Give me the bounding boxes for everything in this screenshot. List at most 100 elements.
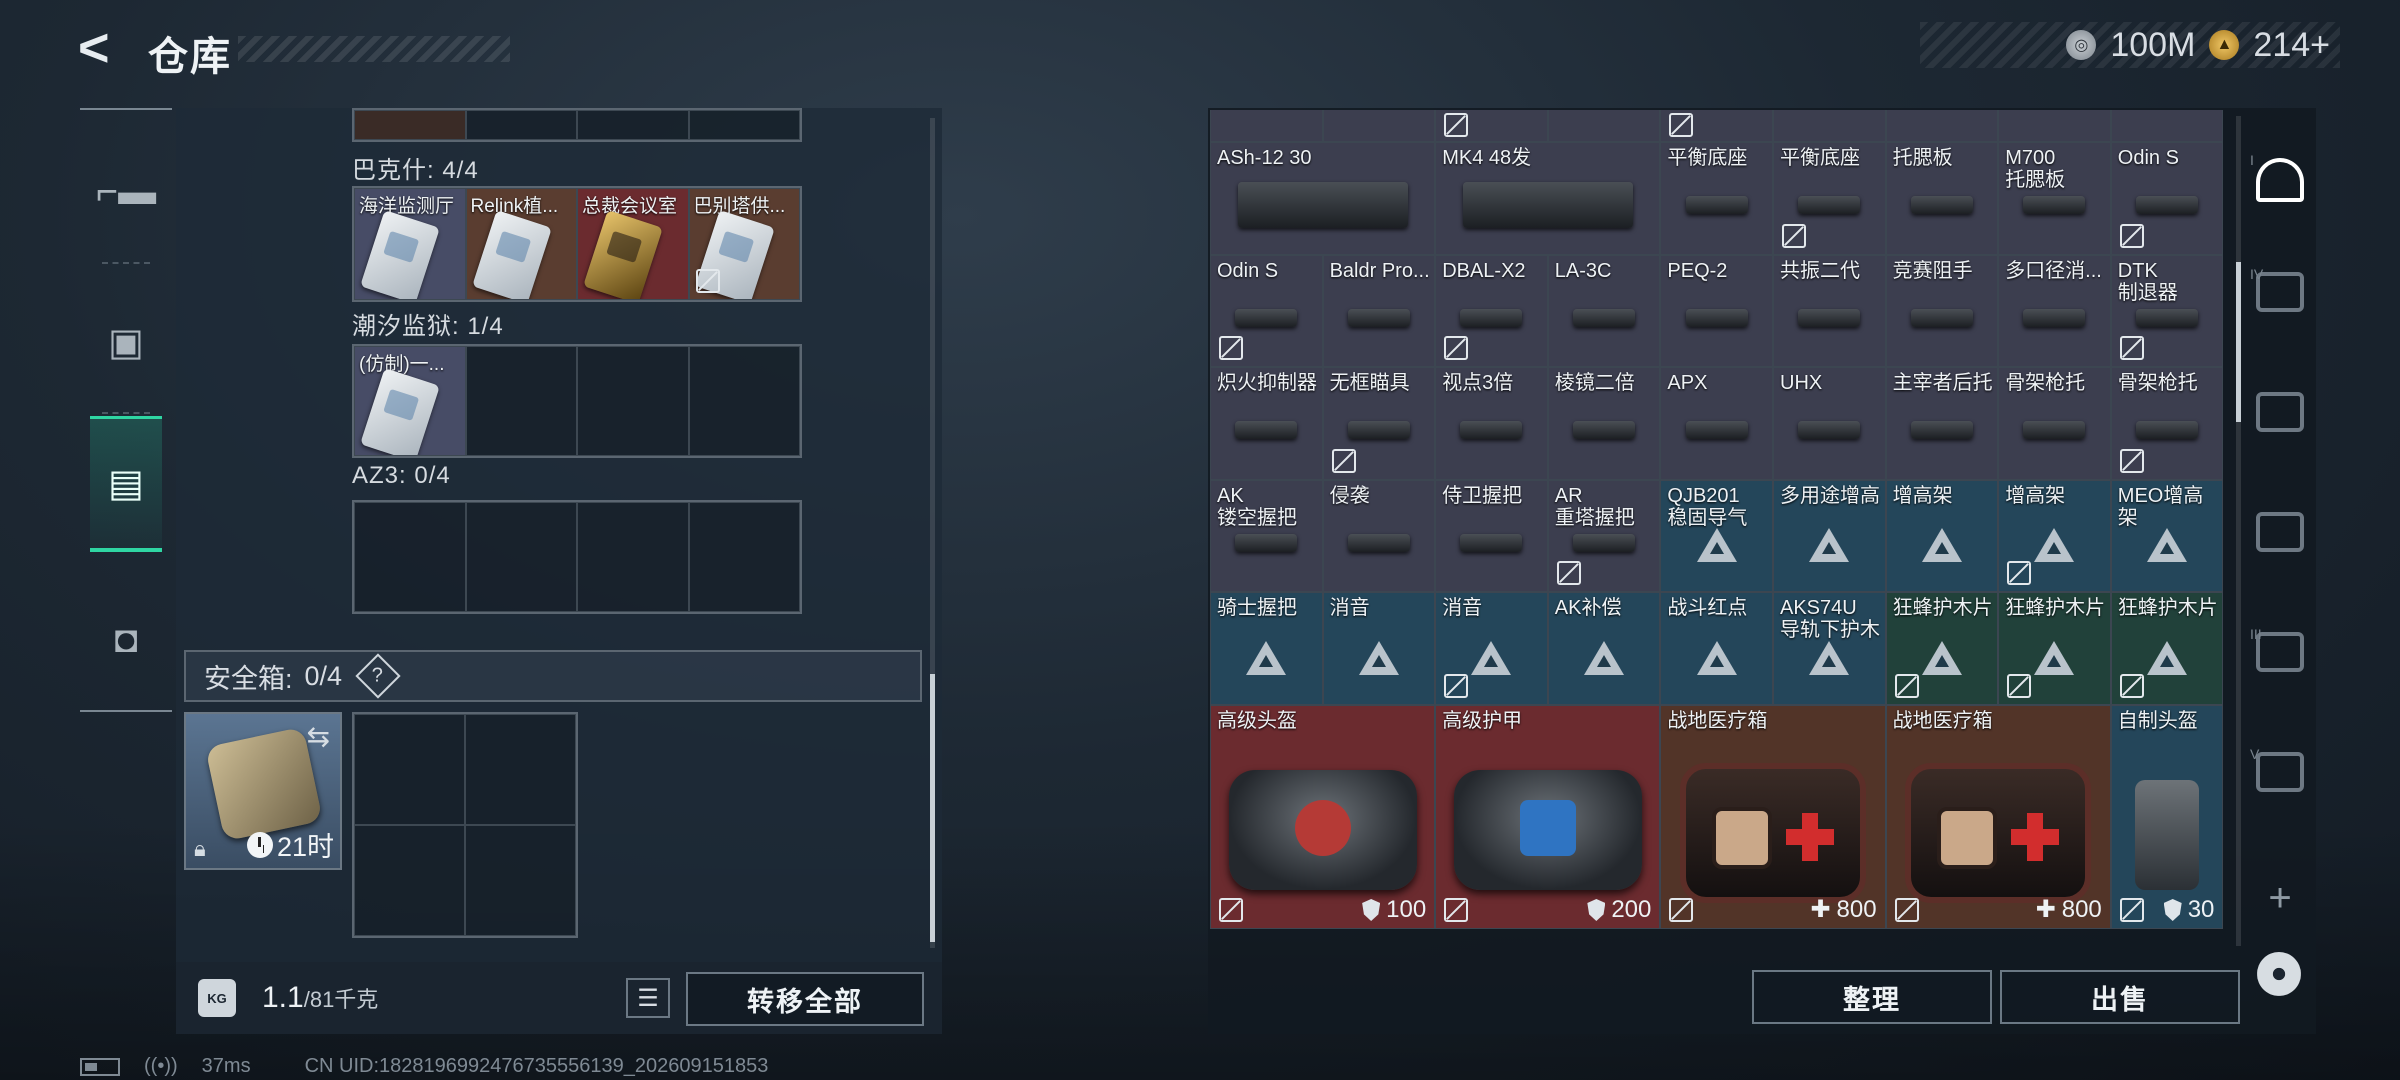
inventory-item[interactable]: 增高架 <box>1998 479 2111 593</box>
inventory-item[interactable]: DTK 制退器 <box>2110 254 2224 368</box>
empty-slot[interactable] <box>465 714 576 825</box>
inventory-slot[interactable] <box>1660 110 1773 142</box>
inventory-item[interactable]: 炽火抑制器 <box>1210 367 1323 480</box>
empty-slot[interactable] <box>577 502 689 612</box>
inventory-slot[interactable] <box>2110 110 2224 142</box>
inventory-item[interactable]: Odin S <box>2110 142 2224 255</box>
add-page-icon[interactable]: + <box>2244 876 2316 921</box>
inventory-slot[interactable] <box>1210 110 1323 142</box>
inventory-item[interactable]: 无框瞄具 <box>1322 367 1436 480</box>
tab-items[interactable]: ◘ <box>90 572 162 708</box>
empty-slot[interactable] <box>354 714 465 825</box>
inventory-item[interactable]: 骨架枪托 <box>1998 367 2111 480</box>
keycard-slot[interactable]: 海洋监测厅 <box>354 188 466 300</box>
empty-slot[interactable] <box>465 825 576 936</box>
sort-button[interactable]: 整理 <box>1752 970 1992 1024</box>
inventory-item[interactable]: 狂蜂护木片 <box>1885 592 1999 705</box>
warehouse-page-tab[interactable] <box>2244 358 2316 466</box>
inventory-item[interactable]: MK4 48发 <box>1435 142 1661 255</box>
keycard-slot[interactable]: 巴别塔供... <box>688 188 800 300</box>
item-name: QJB201 稳固导气 <box>1667 484 1748 529</box>
inventory-item[interactable]: 视点3倍 <box>1435 367 1548 480</box>
inventory-item[interactable]: 骨架枪托 <box>2110 367 2224 480</box>
empty-slot[interactable] <box>465 346 577 456</box>
inventory-item[interactable]: APX <box>1660 367 1773 480</box>
keycard-slot[interactable]: Relink植... <box>465 188 577 300</box>
inventory-item[interactable]: 共振二代 <box>1773 254 1886 368</box>
inventory-slot[interactable] <box>1885 110 1999 142</box>
inventory-item[interactable]: ASh-12 30 <box>1210 142 1436 255</box>
inventory-item[interactable]: AK 镂空握把 <box>1210 479 1323 593</box>
inventory-item[interactable]: 侍卫握把 <box>1435 479 1548 593</box>
inventory-item[interactable]: 狂蜂护木片 <box>1998 592 2111 705</box>
rarity-triangle-icon <box>1246 640 1287 675</box>
inventory-item-large[interactable]: 战地医疗箱 ✚ 800 <box>1660 705 1886 929</box>
warehouse-page-tab[interactable] <box>2244 478 2316 586</box>
warehouse-page-tab[interactable]: IV <box>2244 238 2316 346</box>
inventory-slot[interactable] <box>1322 110 1436 142</box>
gear-icon[interactable] <box>2257 952 2301 996</box>
inventory-slot[interactable] <box>1435 110 1548 142</box>
inventory-item[interactable]: 骑士握把 <box>1210 592 1323 705</box>
inventory-item[interactable]: AKS74U 导轨下护木 <box>1773 592 1886 705</box>
left-scrollbar[interactable] <box>930 118 935 948</box>
inventory-item-large[interactable]: 高级护甲 200 <box>1435 705 1661 929</box>
inventory-item[interactable]: 托腮板 <box>1885 142 1999 255</box>
inventory-item[interactable]: 战斗红点 <box>1660 592 1773 705</box>
warehouse-page-tab[interactable]: V <box>2244 718 2316 826</box>
empty-slot[interactable] <box>688 346 800 456</box>
empty-slot[interactable] <box>688 502 800 612</box>
right-scrollbar[interactable] <box>2236 116 2241 946</box>
inventory-item[interactable]: 平衡底座 <box>1773 142 1886 255</box>
unbindable-icon <box>1894 673 1919 698</box>
inventory-item[interactable]: Odin S <box>1210 254 1323 368</box>
swap-icon[interactable]: ⇆ <box>307 720 330 753</box>
inventory-item[interactable]: 主宰者后托 <box>1885 367 1999 480</box>
inventory-item[interactable]: 竞赛阻手 <box>1885 254 1999 368</box>
inventory-slot[interactable] <box>1998 110 2111 142</box>
gold-coin-amount[interactable]: 214+ <box>2253 26 2330 65</box>
help-icon[interactable]: ? <box>355 653 401 699</box>
inventory-slot[interactable] <box>1773 110 1886 142</box>
empty-slot[interactable] <box>354 825 465 936</box>
inventory-item[interactable]: AR 重塔握把 <box>1547 479 1661 593</box>
inventory-item[interactable]: 平衡底座 <box>1660 142 1773 255</box>
item-image <box>1798 308 1861 327</box>
sell-button[interactable]: 出售 <box>2000 970 2240 1024</box>
inventory-item[interactable]: PEQ-2 <box>1660 254 1773 368</box>
inventory-item[interactable]: 消音 <box>1435 592 1548 705</box>
inventory-item[interactable]: 消音 <box>1322 592 1436 705</box>
tab-equipment[interactable]: ▣ <box>90 274 162 410</box>
keycard-slot[interactable]: 总裁会议室 <box>577 188 689 300</box>
tab-storage[interactable]: ▤ <box>90 416 162 552</box>
inventory-item[interactable]: UHX <box>1773 367 1886 480</box>
inventory-item[interactable]: Baldr Pro... <box>1322 254 1436 368</box>
inventory-item-large[interactable]: 自制头盔 30 <box>2110 705 2224 929</box>
inventory-item[interactable]: DBAL-X2 <box>1435 254 1548 368</box>
inventory-item[interactable]: M700 托腮板 <box>1998 142 2111 255</box>
safe-box-item[interactable]: ⇆ 🔒︎ 21时 <box>184 712 342 870</box>
empty-slot[interactable] <box>465 502 577 612</box>
back-arrow-icon[interactable]: < <box>78 21 122 75</box>
empty-slot[interactable] <box>354 502 466 612</box>
tab-weapons[interactable]: ⌐▬ <box>90 124 162 260</box>
transfer-all-button[interactable]: 转移全部 <box>686 972 924 1026</box>
list-view-button[interactable]: ☰ <box>626 978 670 1018</box>
inventory-slot[interactable] <box>1547 110 1661 142</box>
inventory-item[interactable]: 侵袭 <box>1322 479 1436 593</box>
inventory-item[interactable]: 狂蜂护木片 <box>2110 592 2224 705</box>
warehouse-page-tab[interactable]: I <box>2244 126 2316 234</box>
empty-slot[interactable] <box>577 346 689 456</box>
inventory-item[interactable]: QJB201 稳固导气 <box>1660 479 1773 593</box>
inventory-item-large[interactable]: 高级头盔 100 <box>1210 705 1436 929</box>
inventory-item[interactable]: LA-3C <box>1547 254 1661 368</box>
warehouse-page-tab[interactable]: III <box>2244 598 2316 706</box>
inventory-item[interactable]: 多用途增高 <box>1773 479 1886 593</box>
inventory-item[interactable]: MEO增高架 <box>2110 479 2224 593</box>
inventory-item[interactable]: 增高架 <box>1885 479 1999 593</box>
inventory-item[interactable]: AK补偿 <box>1547 592 1661 705</box>
inventory-item[interactable]: 棱镜二倍 <box>1547 367 1661 480</box>
keycard-slot[interactable]: (仿制)一... <box>354 346 466 456</box>
inventory-item[interactable]: 多口径消... <box>1998 254 2111 368</box>
inventory-item-large[interactable]: 战地医疗箱 ✚ 800 <box>1885 705 2111 929</box>
